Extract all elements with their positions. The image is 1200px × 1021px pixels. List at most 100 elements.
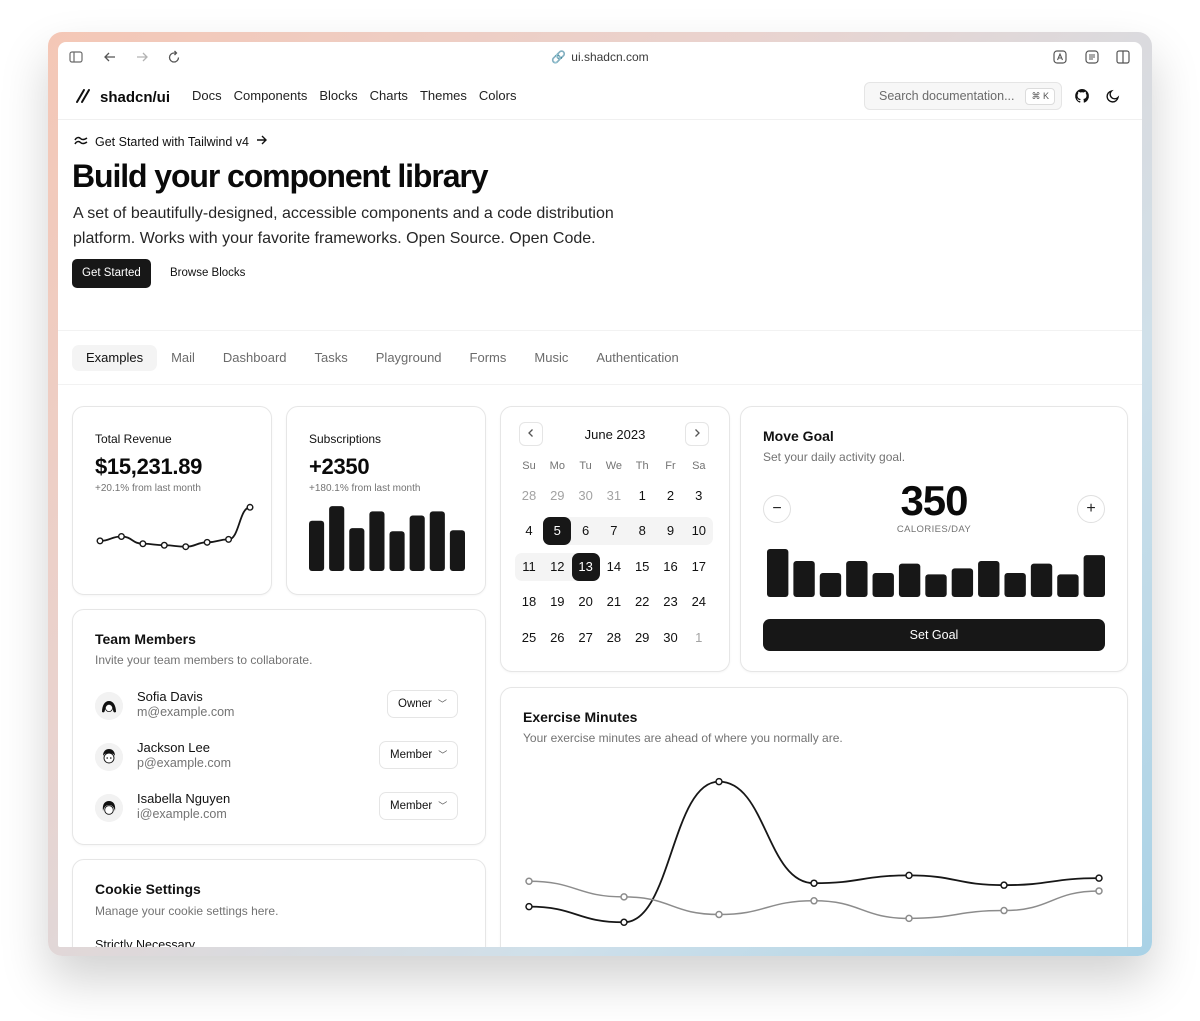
- calendar-day[interactable]: 30: [657, 624, 685, 652]
- increase-goal-button[interactable]: +: [1077, 495, 1105, 523]
- calendar-day[interactable]: 3: [685, 482, 713, 510]
- role-select[interactable]: Owner ﹀: [387, 690, 458, 718]
- goal-value: 350: [900, 477, 968, 524]
- exercise-title: Exercise Minutes: [523, 709, 638, 725]
- calendar-day[interactable]: 20: [572, 588, 600, 616]
- role-value: Member: [390, 800, 433, 812]
- calendar-day[interactable]: 23: [657, 588, 685, 616]
- nav-colors[interactable]: Colors: [479, 88, 517, 103]
- logo[interactable]: shadcn/ui: [74, 86, 170, 109]
- calendar-next-button[interactable]: [685, 422, 709, 446]
- calendar-day[interactable]: 25: [515, 624, 543, 652]
- arrow-right-icon: [256, 134, 268, 149]
- calendar-day[interactable]: 13: [571, 552, 600, 581]
- announcement-link[interactable]: Get Started with Tailwind v4: [74, 134, 268, 149]
- nav-blocks[interactable]: Blocks: [319, 88, 357, 103]
- role-select[interactable]: Member ﹀: [379, 741, 459, 769]
- calendar-day[interactable]: 12: [543, 553, 571, 581]
- tab-tasks[interactable]: Tasks: [301, 345, 362, 371]
- calendar-day[interactable]: 18: [515, 588, 543, 616]
- weekday-label: We: [605, 460, 623, 472]
- subscriptions-bar: [309, 520, 325, 571]
- subscriptions-bar: [449, 530, 465, 571]
- moon-icon[interactable]: [1105, 88, 1121, 104]
- calendar-day[interactable]: 16: [657, 553, 685, 581]
- revenue-point: [96, 537, 104, 545]
- github-icon[interactable]: [1074, 88, 1090, 104]
- exercise-minutes-card: Exercise Minutes Your exercise minutes a…: [500, 687, 1128, 947]
- calendar-day[interactable]: 30: [572, 482, 600, 510]
- goal-bar: [872, 573, 894, 597]
- calendar-day[interactable]: 8: [628, 517, 656, 545]
- subscriptions-bar: [369, 511, 385, 571]
- calendar-day[interactable]: 29: [543, 482, 571, 510]
- tab-mail[interactable]: Mail: [157, 345, 209, 371]
- revenue-point: [203, 538, 211, 546]
- announcement-text: Get Started with Tailwind v4: [95, 134, 250, 149]
- revenue-point: [182, 543, 190, 551]
- avatar: [95, 692, 123, 720]
- chevron-down-icon: ﹀: [438, 750, 448, 760]
- exercise-point: [810, 897, 818, 905]
- calendar-day[interactable]: 19: [543, 588, 571, 616]
- revenue-change: +20.1% from last month: [95, 483, 201, 494]
- reader-icon[interactable]: [1084, 49, 1100, 65]
- member-email: p@example.com: [137, 756, 231, 770]
- calendar-day[interactable]: 4: [515, 517, 543, 545]
- calendar-day[interactable]: 17: [685, 553, 713, 581]
- calendar-day[interactable]: 6: [572, 517, 600, 545]
- subscriptions-card: Subscriptions +2350 +180.1% from last mo…: [286, 406, 486, 595]
- calendar-day[interactable]: 9: [657, 517, 685, 545]
- set-goal-button[interactable]: Set Goal: [763, 619, 1105, 651]
- calendar-day[interactable]: 15: [628, 553, 656, 581]
- calendar-day[interactable]: 29: [628, 624, 656, 652]
- calendar-day[interactable]: 1: [685, 624, 713, 652]
- calendar-day[interactable]: 14: [600, 553, 628, 581]
- exercise-point: [905, 871, 913, 880]
- subscriptions-bar: [349, 528, 365, 571]
- calendar-day[interactable]: 10: [685, 517, 713, 545]
- section-divider: [58, 330, 1142, 331]
- exercise-point: [620, 893, 628, 901]
- calendar-day[interactable]: 22: [628, 588, 656, 616]
- tab-examples[interactable]: Examples: [72, 345, 158, 371]
- nav-themes[interactable]: Themes: [420, 88, 467, 103]
- chevron-down-icon: ﹀: [437, 699, 447, 709]
- exercise-point: [715, 910, 723, 919]
- calendar-day[interactable]: 2: [657, 482, 685, 510]
- calendar-day[interactable]: 26: [543, 624, 571, 652]
- calendar-day[interactable]: 7: [600, 517, 628, 545]
- tab-dashboard[interactable]: Dashboard: [209, 345, 301, 371]
- search-input[interactable]: Search documentation... ⌘ K: [864, 82, 1062, 110]
- calendar-day[interactable]: 28: [515, 482, 543, 510]
- browse-blocks-button[interactable]: Browse Blocks: [160, 259, 255, 288]
- calendar-day[interactable]: 28: [600, 624, 628, 652]
- tab-playground[interactable]: Playground: [362, 345, 456, 371]
- calendar-day[interactable]: 11: [515, 553, 543, 581]
- nav-charts[interactable]: Charts: [370, 88, 408, 103]
- calendar-day[interactable]: 5: [543, 517, 572, 546]
- split-view-icon[interactable]: [1115, 49, 1131, 65]
- subscriptions-label: Subscriptions: [309, 432, 382, 446]
- subscriptions-bar: [329, 506, 345, 571]
- calendar-day[interactable]: 27: [572, 624, 600, 652]
- calendar-day[interactable]: 21: [600, 588, 628, 616]
- nav-components[interactable]: Components: [234, 88, 308, 103]
- nav-docs[interactable]: Docs: [192, 88, 222, 103]
- calendar-day[interactable]: 24: [685, 588, 713, 616]
- translate-icon[interactable]: [1052, 49, 1068, 65]
- team-member-row: Isabella Nguyen i@example.com Member ﹀: [95, 791, 465, 831]
- team-title: Team Members: [95, 631, 196, 647]
- calendar-day[interactable]: 31: [600, 482, 628, 510]
- revenue-label: Total Revenue: [95, 432, 172, 446]
- chevron-down-icon: ﹀: [438, 801, 448, 811]
- get-started-button[interactable]: Get Started: [72, 259, 151, 288]
- tab-music[interactable]: Music: [520, 345, 582, 371]
- tab-forms[interactable]: Forms: [456, 345, 521, 371]
- calendar-day[interactable]: 1: [628, 482, 656, 510]
- team-description: Invite your team members to collaborate.: [95, 653, 313, 667]
- address-bar[interactable]: 🔗 ui.shadcn.com: [58, 50, 1142, 64]
- tab-authentication[interactable]: Authentication: [582, 345, 692, 371]
- role-select[interactable]: Member ﹀: [379, 792, 459, 820]
- weekday-label: Sa: [692, 460, 706, 472]
